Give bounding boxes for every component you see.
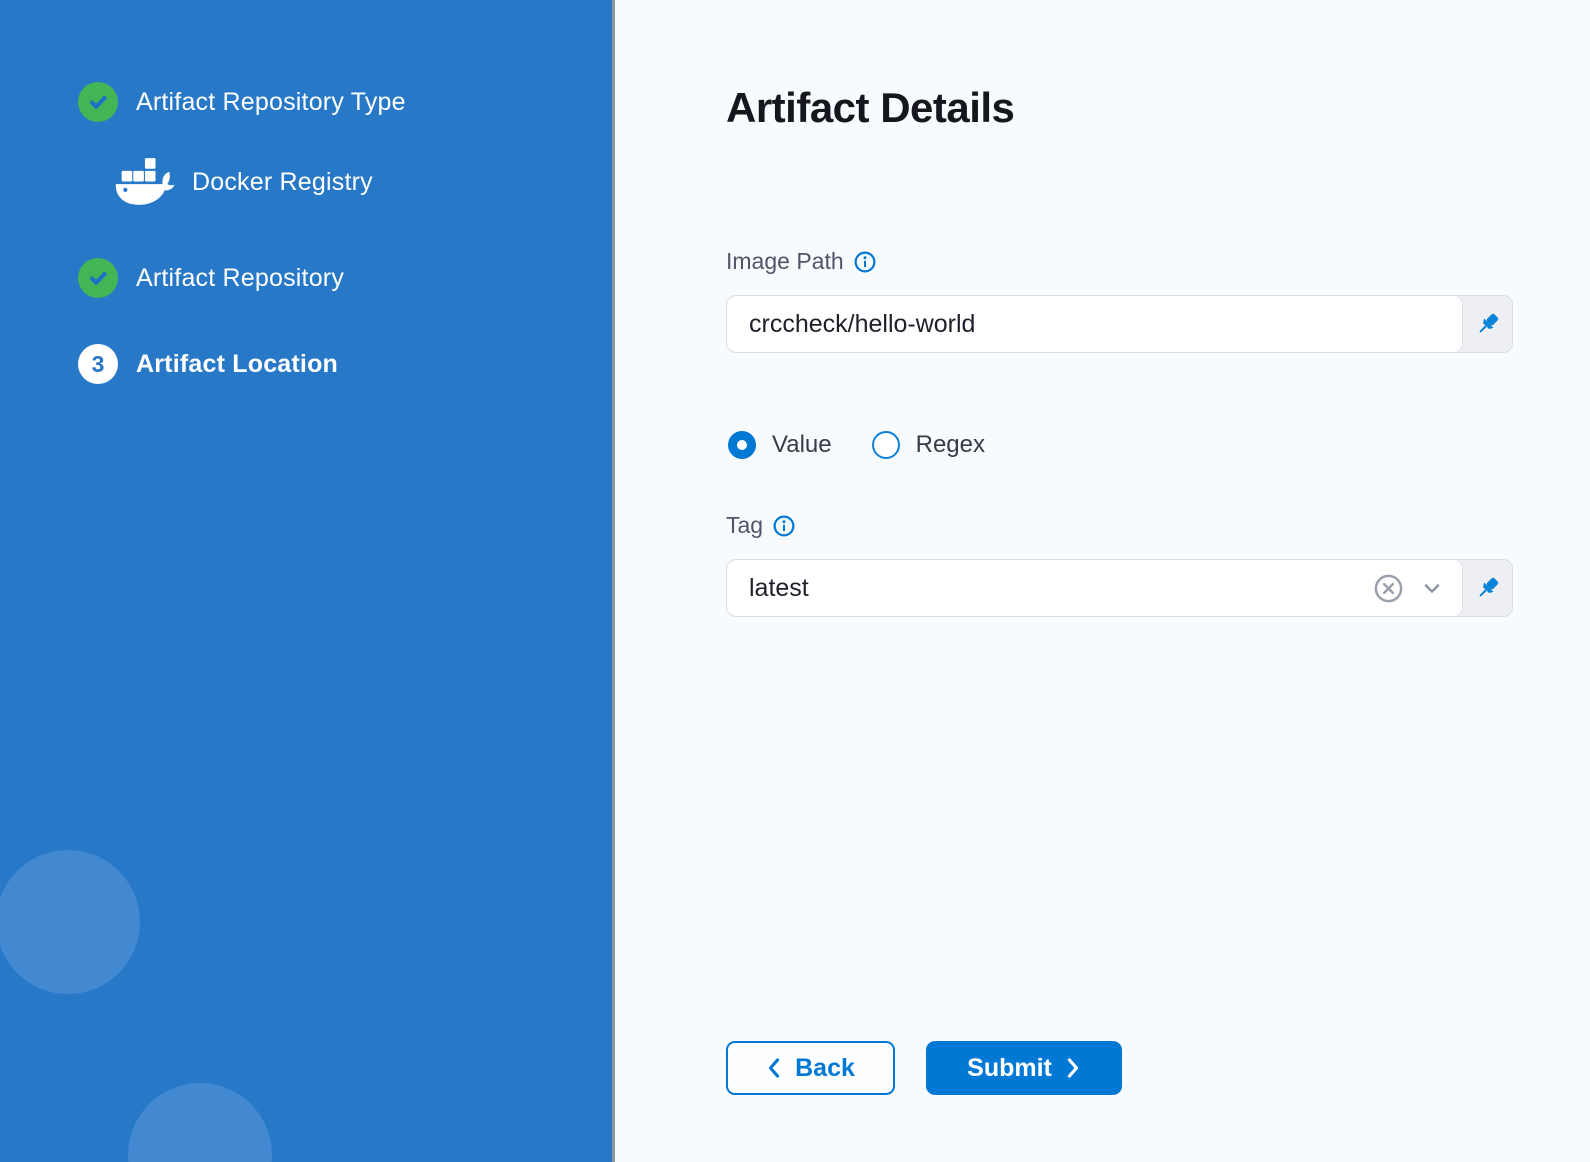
info-icon[interactable] bbox=[854, 251, 876, 273]
brand-watermark bbox=[0, 820, 170, 1024]
tag-field-group bbox=[726, 559, 1513, 617]
artifact-details-panel: Artifact Details Image Path bbox=[615, 0, 1590, 1162]
radio-option-regex[interactable]: Regex bbox=[872, 431, 985, 459]
brand-watermark bbox=[98, 1053, 302, 1162]
submit-button[interactable]: Submit bbox=[926, 1041, 1122, 1095]
tag-input[interactable] bbox=[749, 574, 1365, 603]
docker-whale-icon bbox=[112, 155, 180, 210]
step-number-badge: 3 bbox=[78, 344, 118, 384]
spec-type-radio-group: Value Regex bbox=[728, 431, 985, 459]
tag-input-adornments bbox=[1365, 573, 1444, 604]
step-label: Artifact Repository bbox=[136, 264, 344, 293]
step-complete-check-icon bbox=[78, 258, 118, 298]
radio-label: Value bbox=[772, 431, 832, 459]
back-button[interactable]: Back bbox=[726, 1041, 895, 1095]
image-path-input[interactable] bbox=[749, 310, 1444, 339]
tag-label: Tag bbox=[726, 512, 763, 539]
step-sub-item-docker-registry[interactable]: Docker Registry bbox=[112, 155, 373, 210]
chevron-down-icon[interactable] bbox=[1420, 576, 1444, 600]
chevron-left-icon bbox=[766, 1057, 782, 1079]
stepper-sidebar: Artifact Repository Type Docker Registry bbox=[0, 0, 612, 1162]
image-path-label-row: Image Path bbox=[726, 248, 876, 275]
back-button-label: Back bbox=[795, 1054, 855, 1083]
step-artifact-location[interactable]: 3 Artifact Location bbox=[78, 344, 338, 384]
wizard-window: Artifact Repository Type Docker Registry bbox=[0, 0, 1590, 1162]
tag-input-wrap bbox=[727, 560, 1463, 616]
step-sub-label: Docker Registry bbox=[192, 168, 373, 197]
page-title: Artifact Details bbox=[726, 84, 1014, 132]
radio-option-value[interactable]: Value bbox=[728, 431, 832, 459]
radio-unselected-icon[interactable] bbox=[872, 431, 900, 459]
pin-icon[interactable] bbox=[1463, 560, 1512, 616]
step-label: Artifact Location bbox=[136, 350, 338, 379]
radio-selected-icon[interactable] bbox=[728, 431, 756, 459]
tag-label-row: Tag bbox=[726, 512, 795, 539]
step-artifact-repository[interactable]: Artifact Repository bbox=[78, 258, 344, 298]
step-artifact-repository-type[interactable]: Artifact Repository Type bbox=[78, 82, 406, 122]
pin-icon[interactable] bbox=[1463, 296, 1512, 352]
info-icon[interactable] bbox=[773, 515, 795, 537]
step-label: Artifact Repository Type bbox=[136, 88, 406, 117]
image-path-field-group bbox=[726, 295, 1513, 353]
image-path-input-wrap bbox=[727, 296, 1463, 352]
chevron-right-icon bbox=[1065, 1057, 1081, 1079]
submit-button-label: Submit bbox=[967, 1054, 1052, 1083]
radio-label: Regex bbox=[916, 431, 985, 459]
step-complete-check-icon bbox=[78, 82, 118, 122]
image-path-label: Image Path bbox=[726, 248, 844, 275]
clear-icon[interactable] bbox=[1373, 573, 1404, 604]
